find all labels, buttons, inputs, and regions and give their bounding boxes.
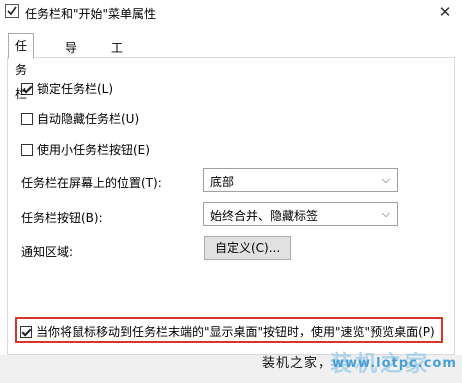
peek-option[interactable]: 当你将鼠标移动到任务栏末端的"显示桌面"按钮时，使用"速览"预览桌面(P) <box>20 323 435 340</box>
customize-button[interactable]: 自定义(C)... <box>204 236 292 260</box>
title-bar: 任务栏和"开始"菜单属性 ✕ <box>0 0 462 25</box>
notification-area-label: 通知区域: <box>21 245 74 259</box>
location-label: 任务栏在屏幕上的位置(T): <box>21 176 162 190</box>
auto-hide-option[interactable]: 自动隐藏任务栏(U) <box>21 110 139 127</box>
location-value: 底部 <box>210 175 235 189</box>
small-buttons-checkbox[interactable] <box>21 143 33 156</box>
window-icon <box>5 4 19 18</box>
watermark-prefix: 装机之家， <box>262 356 333 371</box>
lock-taskbar-label: 锁定任务栏(L) <box>37 82 114 96</box>
peek-label: 当你将鼠标移动到任务栏末端的"显示桌面"按钮时，使用"速览"预览桌面(P) <box>36 325 435 339</box>
tab-taskbar[interactable]: 任务栏 <box>8 33 35 101</box>
taskbar-buttons-value: 始终合并、隐藏标签 <box>210 209 319 223</box>
peek-checkbox[interactable] <box>20 325 32 338</box>
chevron-down-icon: ⌵ <box>381 207 390 220</box>
watermark: 装机之家，www.lotpc.com <box>262 352 457 371</box>
watermark-site: www.lotpc.com <box>332 356 457 371</box>
location-dropdown[interactable]: 底部 ⌵ <box>203 168 398 192</box>
small-buttons-label: 使用小任务栏按钮(E) <box>37 143 150 157</box>
lock-taskbar-option[interactable]: 锁定任务栏(L) <box>21 80 113 97</box>
chevron-down-icon: ⌵ <box>381 173 390 186</box>
tab-navigation[interactable]: 导航 <box>58 37 85 75</box>
auto-hide-checkbox[interactable] <box>21 112 33 125</box>
taskbar-buttons-label: 任务栏按钮(B): <box>21 211 103 225</box>
window-title: 任务栏和"开始"菜单属性 <box>25 7 157 21</box>
close-button[interactable]: ✕ <box>430 1 460 23</box>
auto-hide-label: 自动隐藏任务栏(U) <box>37 112 140 126</box>
taskbar-buttons-dropdown[interactable]: 始终合并、隐藏标签 ⌵ <box>203 202 398 226</box>
small-buttons-option[interactable]: 使用小任务栏按钮(E) <box>21 141 150 158</box>
tab-toolbars[interactable]: 工具栏 <box>104 37 131 95</box>
